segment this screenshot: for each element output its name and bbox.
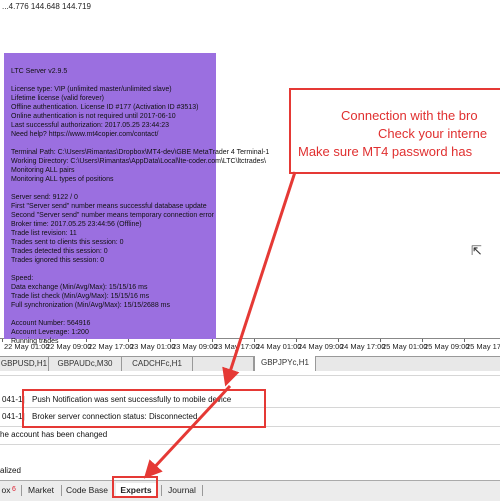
panel-line: First "Server send" number means success… xyxy=(11,203,207,210)
terminal-divider xyxy=(0,375,500,376)
table-row[interactable]: he account has been changed xyxy=(0,428,500,442)
panel-line: Second "Server send" number means tempor… xyxy=(11,212,215,219)
panel-line: Monitoring ALL pairs xyxy=(11,167,75,174)
panel-line: Terminal Path: C:\Users\Rimantas\Dropbox… xyxy=(11,149,270,156)
axis-tick-label: 25 May 17:00 xyxy=(466,342,500,351)
terminal-divider xyxy=(0,444,500,445)
tab-market[interactable]: Market xyxy=(24,483,58,497)
tab-gbpjpyc[interactable]: GBPJPYc,H1 xyxy=(254,356,316,372)
tab-journal[interactable]: Journal xyxy=(163,483,201,497)
mouse-cursor-icon: ⇱ xyxy=(471,243,482,258)
axis-tick-mark xyxy=(86,339,87,342)
tab-separator xyxy=(21,485,22,496)
axis-tick-mark xyxy=(338,339,339,342)
axis-tick-mark xyxy=(296,339,297,342)
tab-separator xyxy=(202,485,203,496)
panel-line: Account Leverage: 1:200 xyxy=(11,329,89,336)
panel-line: Broker time: 2017.05.25 23:44:56 (Offlin… xyxy=(11,221,142,228)
axis-tick-mark xyxy=(254,339,255,342)
panel-line: Trade list check (Min/Avg/Max): 15/15/16… xyxy=(11,293,150,300)
panel-line: Need help? https://www.mt4copier.com/con… xyxy=(11,131,159,138)
tab-code-base[interactable]: Code Base xyxy=(64,483,110,497)
axis-tick-mark xyxy=(2,339,3,342)
mailbox-count-badge: 6 xyxy=(12,486,16,493)
connection-warning-box: Connection with the bro Check your inter… xyxy=(289,88,500,174)
ltc-server-panel: LTC Server v2.9.5 License type: VIP (unli… xyxy=(4,53,269,345)
panel-line: Lifetime license (valid forever) xyxy=(11,95,104,102)
tab-separator xyxy=(61,485,62,496)
experts-tab-highlight xyxy=(112,476,158,498)
panel-line: Speed: xyxy=(11,275,34,282)
warning-line-2: Check your interne xyxy=(378,126,488,141)
axis-tick-mark xyxy=(170,339,171,342)
panel-line: Trades detected this session: 0 xyxy=(11,248,108,255)
panel-line: Last successful authorization: 2017.05.2… xyxy=(11,122,169,129)
terminal-tab-bar: ox 6 Market Code Base Experts Journal xyxy=(0,480,500,501)
panel-line: Server send: 9122 / 0 xyxy=(11,194,78,201)
axis-tick-label: 22 May 17:00 xyxy=(88,342,134,351)
ohlc-readout: ...4.776 144.648 144.719 xyxy=(2,2,91,11)
axis-tick-mark xyxy=(212,339,213,342)
row-message: he account has been changed xyxy=(0,430,108,439)
panel-line: Online authentication is not required un… xyxy=(11,113,176,120)
axis-tick-mark xyxy=(128,339,129,342)
status-text: alized xyxy=(0,466,21,475)
panel-line: Working Directory: C:\Users\Rimantas\App… xyxy=(11,158,266,165)
panel-line: Account Number: 564916 xyxy=(11,320,91,327)
tab-gbpjpyc-left[interactable] xyxy=(193,357,254,371)
panel-line: Trade list revision: 11 xyxy=(11,230,77,237)
warning-line-3: Make sure MT4 password has xyxy=(298,144,473,159)
message-highlight-box xyxy=(22,389,266,428)
tab-gbpusd[interactable]: GBPUSD,H1 xyxy=(0,357,49,371)
panel-line: Monitoring ALL types of positions xyxy=(11,176,114,183)
axis-tick-label: 25 May 01:00 xyxy=(382,342,428,351)
axis-tick-label: 24 May 09:00 xyxy=(298,342,344,351)
axis-tick-label: 23 May 01:00 xyxy=(130,342,176,351)
axis-tick-label: 24 May 01:00 xyxy=(256,342,302,351)
panel-line: Offline authentication. License ID #177 … xyxy=(11,104,199,111)
tab-cadchfc[interactable]: CADCHFc,H1 xyxy=(122,357,193,371)
panel-line: Data exchange (Min/Avg/Max): 15/15/16 ms xyxy=(11,284,148,291)
panel-line: Trades ignored this session: 0 xyxy=(11,257,105,264)
axis-tick-label: 24 May 17:00 xyxy=(340,342,386,351)
panel-line: License type: VIP (unlimited master/unli… xyxy=(11,86,172,93)
panel-line: Running trades xyxy=(11,338,59,345)
axis-tick-label: 23 May 09:00 xyxy=(172,342,218,351)
panel-line: Full synchronization (Min/Avg/Max): 15/1… xyxy=(11,302,170,309)
panel-line: LTC Server v2.9.5 xyxy=(11,68,68,75)
axis-tick-mark xyxy=(464,339,465,342)
time-axis: 22 May 01:00 22 May 09:00 22 May 17:00 23 M… xyxy=(0,338,500,355)
warning-line-1: Connection with the bro xyxy=(341,108,478,123)
tab-separator xyxy=(161,485,162,496)
axis-tick-mark xyxy=(380,339,381,342)
axis-tick-mark xyxy=(422,339,423,342)
tab-gbpaudc[interactable]: GBPAUDc,M30 xyxy=(49,357,122,371)
panel-line: Trades sent to clients this session: 0 xyxy=(11,239,124,246)
axis-tick-label: 25 May 09:00 xyxy=(424,342,470,351)
axis-tick-label: 23 May 17:00 xyxy=(214,342,260,351)
